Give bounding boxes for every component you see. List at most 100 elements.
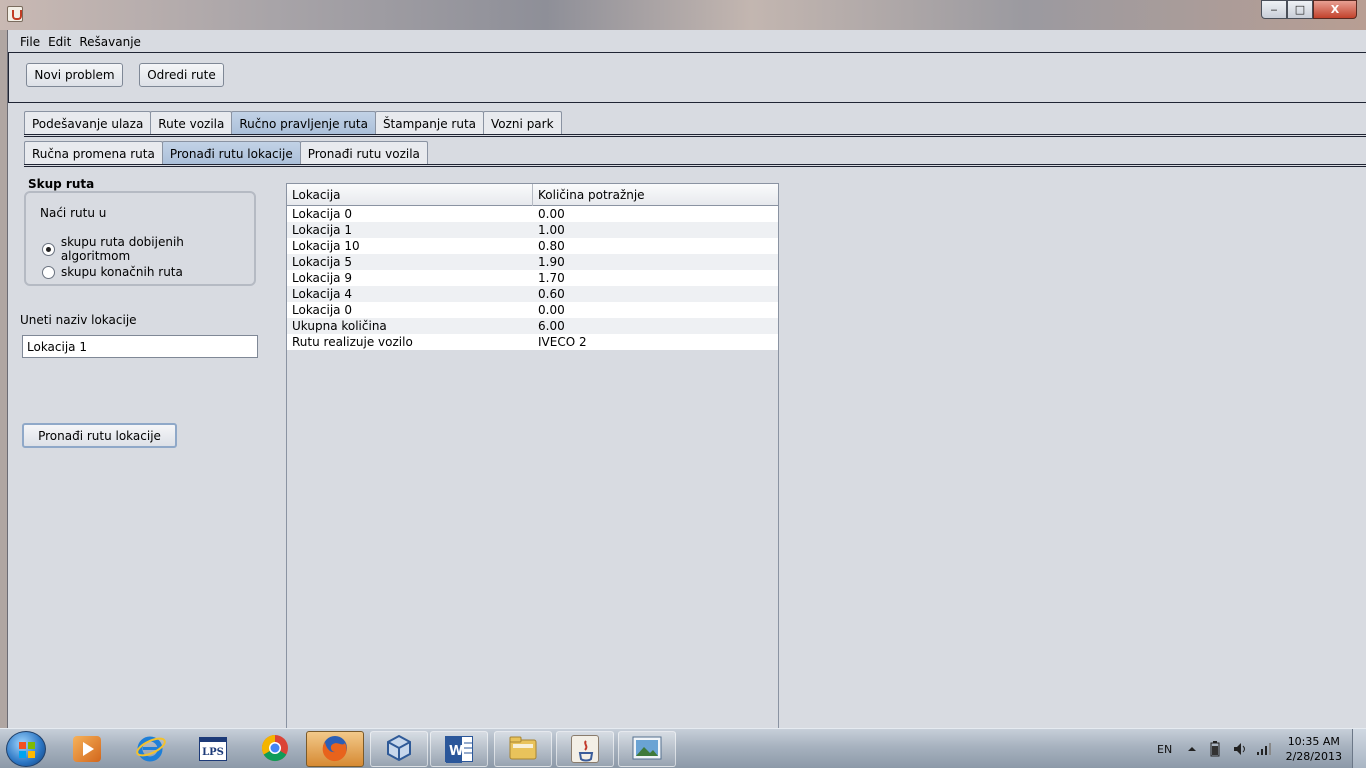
volume-icon[interactable] bbox=[1233, 729, 1249, 768]
cell-location: Lokacija 4 bbox=[292, 287, 352, 301]
tab-podesavanje-ulaza[interactable]: Podešavanje ulaza bbox=[24, 111, 152, 135]
taskbar-media-player[interactable] bbox=[58, 731, 116, 767]
show-desktop-button[interactable] bbox=[1352, 729, 1366, 768]
radio-label: skupu ruta dobijenih algoritmom bbox=[60, 235, 184, 263]
chrome-icon bbox=[260, 733, 290, 766]
network-signal-icon[interactable] bbox=[1256, 729, 1272, 768]
tab-pronadji-rutu-vozila[interactable]: Pronađi rutu vozila bbox=[299, 141, 428, 165]
firefox-icon bbox=[320, 733, 350, 766]
cell-location: Lokacija 9 bbox=[292, 271, 352, 285]
menu-edit[interactable]: Edit bbox=[44, 35, 75, 49]
cell-location: Lokacija 0 bbox=[292, 303, 352, 317]
taskbar-lps[interactable]: LPS bbox=[184, 731, 242, 767]
show-hidden-icons-icon[interactable] bbox=[1187, 729, 1197, 768]
tab-vozni-park[interactable]: Vozni park bbox=[483, 111, 562, 135]
table-row[interactable]: Lokacija 0 0.00 bbox=[287, 206, 778, 222]
table-row-total[interactable]: Ukupna količina 6.00 bbox=[287, 318, 778, 334]
cell-demand: IVECO 2 bbox=[538, 335, 587, 349]
route-set-group: Naći rutu u skupu ruta dobijenih algorit… bbox=[24, 191, 256, 286]
taskbar-chrome[interactable] bbox=[246, 731, 304, 767]
battery-icon[interactable] bbox=[1210, 729, 1220, 768]
sub-tab-bar: Ručna promena ruta Pronađi rutu lokacije… bbox=[24, 141, 428, 165]
lps-icon: LPS bbox=[199, 737, 227, 761]
radio-final-routes[interactable]: skupu konačnih ruta bbox=[42, 265, 183, 279]
taskbar-explorer[interactable] bbox=[494, 731, 552, 767]
toolbar: Novi problem Odredi rute bbox=[8, 52, 1366, 103]
app-client-area: File Edit Rešavanje Novi problem Odredi … bbox=[8, 30, 1366, 728]
cell-demand: 0.60 bbox=[538, 287, 565, 301]
cell-location: Lokacija 1 bbox=[292, 223, 352, 237]
explorer-folder-icon bbox=[507, 734, 539, 765]
photo-viewer-icon bbox=[631, 735, 663, 764]
sub-tab-divider bbox=[24, 164, 1366, 167]
tab-stampanje-ruta[interactable]: Štampanje ruta bbox=[374, 111, 485, 135]
taskbar-virtualbox[interactable] bbox=[370, 731, 428, 767]
virtualbox-icon bbox=[384, 733, 414, 766]
main-tab-divider bbox=[24, 134, 1366, 137]
cell-location: Ukupna količina bbox=[292, 319, 387, 333]
clock-date: 2/28/2013 bbox=[1285, 750, 1342, 763]
column-header-demand[interactable]: Količina potražnje bbox=[533, 184, 645, 206]
route-table: Lokacija Količina potražnje Lokacija 0 0… bbox=[286, 183, 779, 728]
table-row[interactable]: Lokacija 10 0.80 bbox=[287, 238, 778, 254]
route-set-subtitle: Naći rutu u bbox=[40, 206, 107, 220]
start-button[interactable] bbox=[6, 731, 46, 767]
tab-rucna-promena-ruta[interactable]: Ručna promena ruta bbox=[24, 141, 163, 165]
table-row[interactable]: Lokacija 0 0.00 bbox=[287, 302, 778, 318]
main-tab-bar: Podešavanje ulaza Rute vozila Ručno prav… bbox=[24, 111, 562, 135]
taskbar-firefox[interactable] bbox=[306, 731, 364, 767]
new-problem-button[interactable]: Novi problem bbox=[26, 63, 123, 87]
tab-pronadji-rutu-lokacije[interactable]: Pronađi rutu lokacije bbox=[161, 141, 301, 165]
table-row-vehicle[interactable]: Rutu realizuje vozilo IVECO 2 bbox=[287, 334, 778, 350]
table-header: Lokacija Količina potražnje bbox=[287, 184, 778, 206]
internet-explorer-icon bbox=[135, 733, 167, 766]
tab-rucno-pravljenje-ruta[interactable]: Ručno pravljenje ruta bbox=[231, 111, 376, 135]
cell-demand: 1.00 bbox=[538, 223, 565, 237]
cell-demand: 0.00 bbox=[538, 207, 565, 221]
language-indicator[interactable]: EN bbox=[1157, 729, 1172, 768]
maximize-button[interactable]: □ bbox=[1287, 0, 1313, 19]
media-player-icon bbox=[73, 736, 101, 762]
menu-resavanje[interactable]: Rešavanje bbox=[75, 35, 145, 49]
taskbar-photo-viewer[interactable] bbox=[618, 731, 676, 767]
window-frame-left bbox=[0, 30, 8, 728]
clock-time: 10:35 AM bbox=[1287, 735, 1340, 748]
menu-bar: File Edit Rešavanje bbox=[8, 31, 145, 52]
cell-demand: 6.00 bbox=[538, 319, 565, 333]
radio-label: skupu konačnih ruta bbox=[61, 265, 183, 279]
tab-rute-vozila[interactable]: Rute vozila bbox=[150, 111, 233, 135]
svg-text:W: W bbox=[449, 744, 463, 759]
title-bar: ‒ □ X bbox=[0, 0, 1366, 30]
java-icon bbox=[571, 735, 599, 763]
location-name-label: Uneti naziv lokacije bbox=[20, 313, 137, 327]
cell-location: Lokacija 10 bbox=[292, 239, 360, 253]
taskbar-java[interactable] bbox=[556, 731, 614, 767]
cell-demand: 1.70 bbox=[538, 271, 565, 285]
table-row[interactable]: Lokacija 5 1.90 bbox=[287, 254, 778, 270]
java-app-icon[interactable] bbox=[7, 6, 23, 22]
table-row[interactable]: Lokacija 1 1.00 bbox=[287, 222, 778, 238]
taskbar-word[interactable]: W bbox=[430, 731, 488, 767]
window-controls: ‒ □ X bbox=[1261, 0, 1357, 19]
radio-algorithm-routes[interactable]: skupu ruta dobijenih algoritmom bbox=[42, 235, 254, 263]
minimize-button[interactable]: ‒ bbox=[1261, 0, 1287, 19]
clock[interactable]: 10:35 AM 2/28/2013 bbox=[1286, 734, 1342, 764]
taskbar-internet-explorer[interactable] bbox=[122, 731, 180, 767]
cell-demand: 0.00 bbox=[538, 303, 565, 317]
cell-demand: 0.80 bbox=[538, 239, 565, 253]
determine-routes-button[interactable]: Odredi rute bbox=[139, 63, 224, 87]
radio-button-unchecked[interactable] bbox=[42, 265, 55, 279]
table-row[interactable]: Lokacija 4 0.60 bbox=[287, 286, 778, 302]
menu-file[interactable]: File bbox=[16, 35, 44, 49]
radio-button-checked[interactable] bbox=[42, 242, 55, 256]
find-location-route-button[interactable]: Pronađi rutu lokacije bbox=[22, 423, 177, 448]
column-header-location[interactable]: Lokacija bbox=[287, 184, 533, 206]
location-name-input[interactable]: Lokacija 1 bbox=[22, 335, 258, 358]
route-set-title: Skup ruta bbox=[28, 177, 95, 191]
cell-location: Lokacija 5 bbox=[292, 255, 352, 269]
cell-demand: 1.90 bbox=[538, 255, 565, 269]
close-button[interactable]: X bbox=[1313, 0, 1357, 19]
table-row[interactable]: Lokacija 9 1.70 bbox=[287, 270, 778, 286]
cell-location: Rutu realizuje vozilo bbox=[292, 335, 413, 349]
taskbar: LPS W EN 10:35 AM 2/28/2013 bbox=[0, 728, 1366, 768]
